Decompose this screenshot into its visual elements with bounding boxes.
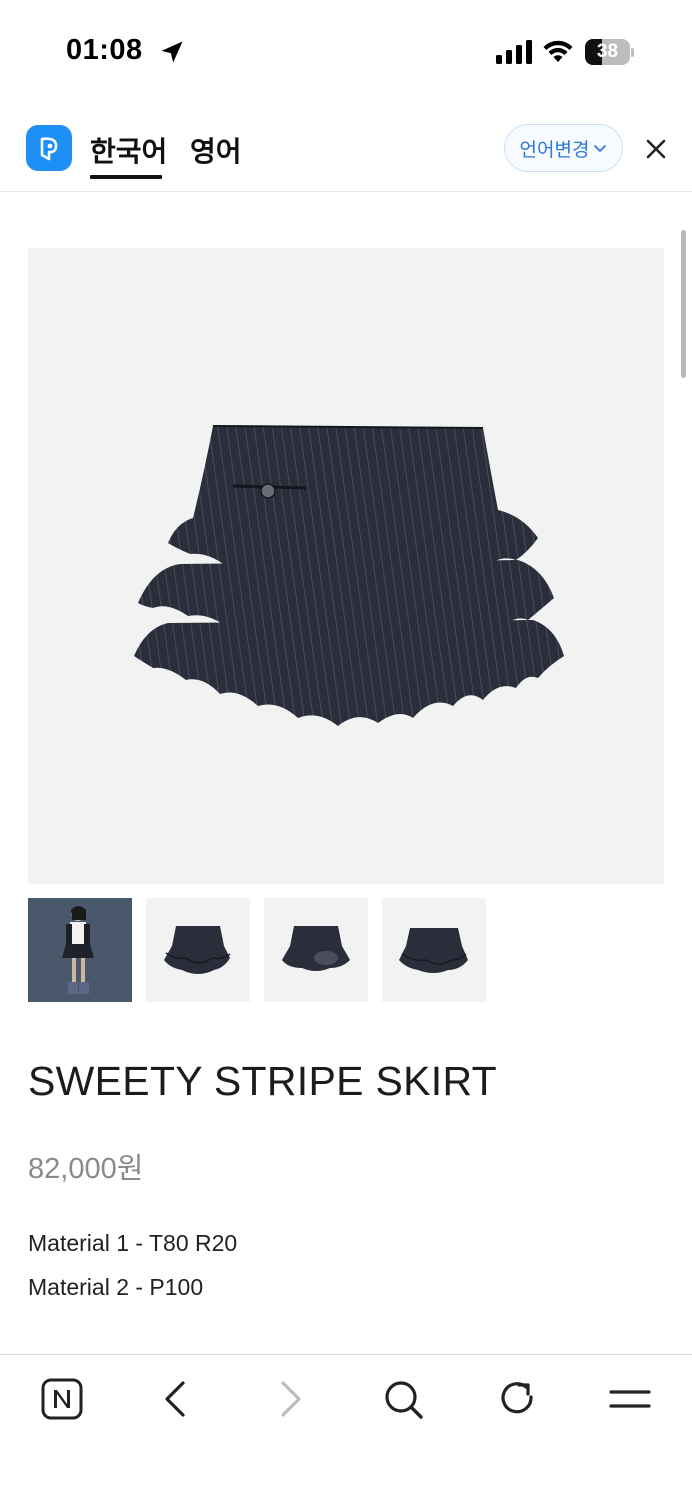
back-button[interactable] bbox=[154, 1377, 198, 1421]
forward-button[interactable] bbox=[268, 1377, 312, 1421]
papago-logo-icon[interactable] bbox=[26, 125, 72, 171]
active-tab-indicator bbox=[90, 175, 162, 179]
menu-button[interactable] bbox=[608, 1377, 652, 1421]
translate-bar: 한국어 영어 언어변경 bbox=[0, 110, 692, 192]
naver-home-button[interactable] bbox=[40, 1377, 84, 1421]
forward-arrow-icon bbox=[281, 1381, 301, 1417]
location-arrow-icon bbox=[161, 41, 183, 63]
scrollbar-thumb[interactable] bbox=[681, 230, 686, 378]
skirt-illustration bbox=[134, 425, 564, 726]
thumbnail-model[interactable] bbox=[28, 898, 132, 1002]
thumbnail-back[interactable] bbox=[264, 898, 368, 1002]
product-price: 82,000원 bbox=[28, 1153, 144, 1185]
material-line: Material 2 - P100 bbox=[28, 1274, 204, 1300]
close-icon[interactable] bbox=[644, 137, 668, 161]
product-title: SWEETY STRIPE SKIRT bbox=[28, 1058, 497, 1104]
browser-toolbar bbox=[0, 1354, 692, 1500]
wifi-icon bbox=[543, 40, 573, 62]
battery-level: 38 bbox=[596, 41, 619, 62]
product-main-image[interactable] bbox=[28, 248, 664, 884]
battery-icon: 38 bbox=[585, 39, 635, 65]
naver-n-icon bbox=[41, 1378, 83, 1420]
menu-icon bbox=[609, 1390, 651, 1408]
cellular-signal-icon bbox=[496, 40, 532, 64]
thumbnail-front[interactable] bbox=[146, 898, 250, 1002]
chevron-down-icon bbox=[594, 145, 607, 152]
status-time: 01:08 bbox=[66, 34, 143, 66]
refresh-icon bbox=[501, 1382, 533, 1414]
thumbnail-side[interactable] bbox=[382, 898, 486, 1002]
tab-korean[interactable]: 한국어 bbox=[90, 130, 167, 170]
change-language-label: 언어변경 bbox=[519, 139, 590, 161]
search-icon bbox=[385, 1381, 423, 1419]
material-line: Material 1 - T80 R20 bbox=[28, 1230, 238, 1256]
search-button[interactable] bbox=[381, 1377, 425, 1421]
status-bar: 01:08 38 bbox=[0, 0, 692, 100]
refresh-button[interactable] bbox=[495, 1377, 539, 1421]
change-language-button[interactable]: 언어변경 bbox=[504, 124, 623, 172]
back-arrow-icon bbox=[165, 1381, 185, 1417]
tab-english[interactable]: 영어 bbox=[190, 130, 242, 170]
